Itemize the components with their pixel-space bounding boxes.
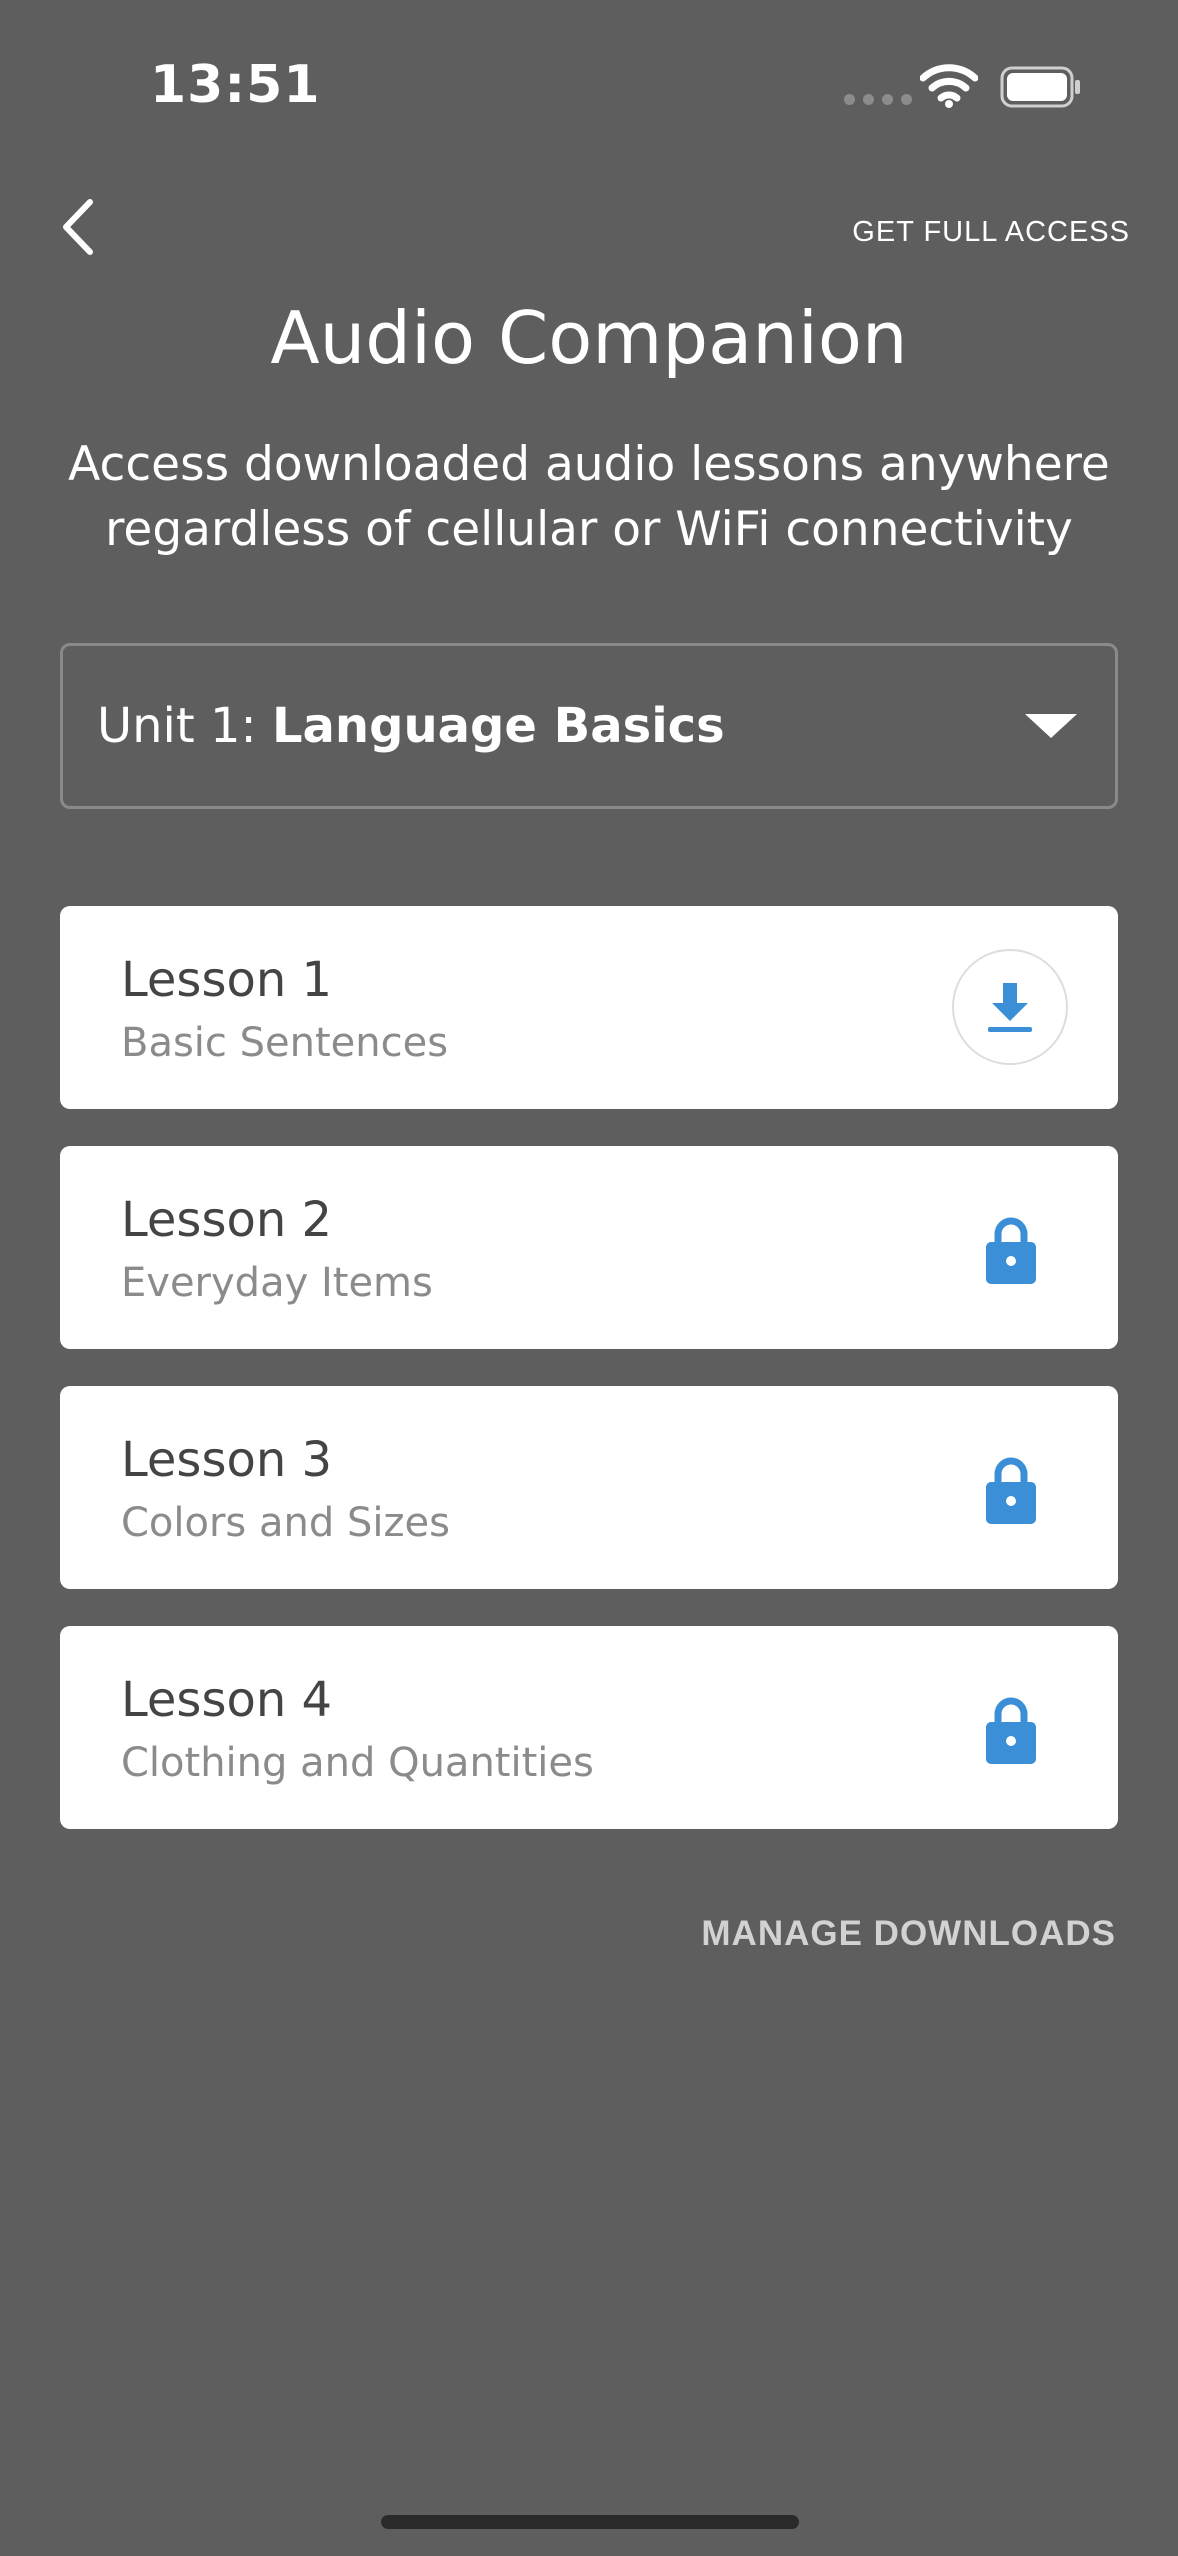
chevron-left-icon [63, 199, 93, 255]
lesson-card-3[interactable]: Lesson 3 Colors and Sizes [60, 1386, 1118, 1589]
manage-downloads-button[interactable]: MANAGE DOWNLOADS [701, 1914, 1116, 1954]
lesson-title: Lesson 2 [121, 1192, 333, 1248]
get-full-access-link[interactable]: GET FULL ACCESS [852, 216, 1130, 249]
unit-dropdown[interactable]: Unit 1: Language Basics [60, 643, 1118, 809]
lock-icon [986, 1457, 1036, 1524]
lesson-subtitle: Everyday Items [121, 1260, 433, 1306]
battery-icon [1000, 66, 1080, 108]
cellular-signal-icon [844, 94, 912, 105]
unit-prefix: Unit 1: [97, 698, 257, 754]
unit-name: Language Basics [271, 698, 725, 754]
lock-icon [986, 1217, 1036, 1284]
back-button[interactable] [52, 192, 112, 262]
page-subtitle: Access downloaded audio lessons anywhere… [68, 437, 1110, 557]
lesson-subtitle: Colors and Sizes [121, 1500, 450, 1546]
lesson-card-4[interactable]: Lesson 4 Clothing and Quantities [60, 1626, 1118, 1829]
caret-down-icon [1025, 714, 1077, 738]
lesson-subtitle: Basic Sentences [121, 1020, 449, 1066]
download-icon [988, 983, 1032, 1032]
lesson-subtitle: Clothing and Quantities [121, 1740, 594, 1786]
lesson-title: Lesson 4 [121, 1672, 333, 1728]
lesson-title: Lesson 3 [121, 1432, 333, 1488]
wifi-icon [920, 64, 978, 108]
download-button[interactable] [952, 949, 1068, 1065]
page-title: Audio Companion [270, 296, 908, 380]
lesson-card-1[interactable]: Lesson 1 Basic Sentences [60, 906, 1118, 1109]
lesson-card-2[interactable]: Lesson 2 Everyday Items [60, 1146, 1118, 1349]
lesson-title: Lesson 1 [121, 952, 333, 1008]
unit-dropdown-label: Unit 1: Language Basics [97, 646, 725, 806]
lock-icon [986, 1697, 1036, 1764]
home-indicator[interactable] [381, 2515, 799, 2529]
status-time: 13:51 [150, 55, 321, 115]
